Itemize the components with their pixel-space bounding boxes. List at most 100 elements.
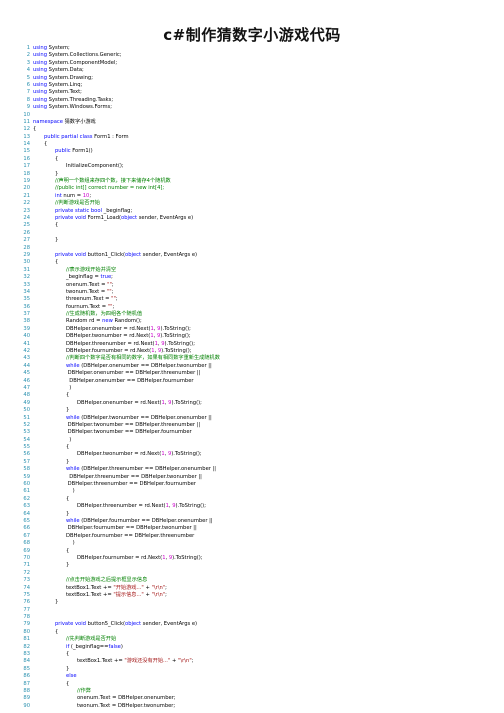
code-line: 77 <box>18 607 494 614</box>
line-number: 37 <box>23 311 30 318</box>
code-token: //public int[] correct number = new int[… <box>55 185 165 192</box>
code-token: Form1() <box>70 148 93 155</box>
code-token: private void <box>55 621 86 628</box>
code-line: 29 private void button1_Click(object send… <box>18 252 494 259</box>
code-text: fournum.Text = ""; <box>33 304 494 311</box>
code-line: 65 while (DBHelper.fournumber == DBHelper… <box>18 518 494 525</box>
line-number: 23 <box>23 207 30 214</box>
code-token: DBHelper.onenumber == DBHelper.threenumb… <box>66 370 201 377</box>
line-number: 35 <box>23 296 30 303</box>
code-token: } <box>66 458 70 465</box>
line-number: 28 <box>23 244 30 251</box>
line-number: 40 <box>23 333 30 340</box>
code-token: while <box>66 466 80 473</box>
code-token: namespace <box>33 118 63 125</box>
line-number: 19 <box>23 178 30 185</box>
code-token: while <box>66 362 80 369</box>
code-text: DBHelper.threenumber == DBHelper.twonumb… <box>33 474 494 481</box>
code-line: 36 fournum.Text = ""; <box>18 304 494 311</box>
line-number: 75 <box>23 591 30 598</box>
code-text: } <box>33 562 494 569</box>
line-number: 79 <box>23 621 30 628</box>
code-token: false <box>108 643 121 650</box>
code-token: object <box>121 214 138 221</box>
code-text: using System.Text; <box>33 89 494 96</box>
code-text: } <box>33 171 494 178</box>
code-text: public Form1() <box>33 148 494 155</box>
code-line: 38 Random rd = new Random(); <box>18 318 494 325</box>
code-line: 18} <box>18 171 494 178</box>
code-token: System.Linq; <box>47 81 83 88</box>
code-token: //判断四个数字是否有相同的数字，如果有相同数字重新生成随机数 <box>66 355 220 362</box>
code-line: 66 DBHelper.fournumber == DBHelper.twonu… <box>18 525 494 532</box>
line-number: 8 <box>26 96 30 103</box>
line-number: 42 <box>23 348 30 355</box>
code-line: 79 private void button5_Click(object send… <box>18 621 494 628</box>
line-number: 1 <box>26 45 30 51</box>
code-text: DBHelper.fournumber == DBHelper.twonumbe… <box>33 525 494 532</box>
code-text: //生成随机数，为四组各个随机值 <box>33 311 494 318</box>
code-text: while (DBHelper.threenumber == DBHelper.… <box>33 466 494 473</box>
code-token: onenum.Text = <box>66 281 108 288</box>
code-line: 47 ) <box>18 385 494 392</box>
code-line: 27} <box>18 237 494 244</box>
code-token: public <box>55 148 71 155</box>
line-number: 58 <box>23 466 30 473</box>
code-token: sender, EventArgs e) <box>141 621 198 628</box>
code-text: { <box>33 141 494 148</box>
code-token: (DBHelper.fournumber == DBHelper.onenumb… <box>79 518 213 524</box>
line-number: 49 <box>23 399 30 406</box>
code-token: System.Threading.Tasks; <box>47 96 114 103</box>
line-number: 46 <box>23 377 30 384</box>
code-text: } <box>33 459 494 466</box>
code-token: //表示游戏开始并清空 <box>66 266 117 273</box>
code-token: sender, EventArgs e) <box>141 251 198 258</box>
code-token: _beginflag; <box>101 207 133 214</box>
code-text: using System.Drawing; <box>33 75 494 82</box>
code-token: } <box>55 237 59 244</box>
code-token: { <box>44 141 48 148</box>
code-line: 40 DBHelper.twonumber = rd.Next(1, 9).ToS… <box>18 333 494 340</box>
code-token: int <box>55 192 62 199</box>
code-token: _beginflag = <box>66 274 101 281</box>
code-token: ).ToString(); <box>175 503 206 510</box>
code-token: DBHelper.threenumber == DBHelper.fournum… <box>66 481 196 488</box>
code-text: textBox1.Text += "游戏还没有开始..." + "\r\n"; <box>33 658 494 665</box>
code-text: //判断四个数字是否有相同的数字，如果有相同数字重新生成随机数 <box>33 355 494 362</box>
line-number: 36 <box>23 303 30 310</box>
code-text: _beginflag = true; <box>33 274 494 281</box>
code-line: 56 DBHelper.twonumber = rd.Next(1, 9).ToS… <box>18 451 494 458</box>
code-line: 54 ) <box>18 437 494 444</box>
code-line: 13 public partial class Form1 : Form <box>18 134 494 141</box>
code-token: { <box>66 680 70 687</box>
line-number: 16 <box>23 155 30 162</box>
code-text: } <box>33 407 494 414</box>
code-text: } <box>33 666 494 673</box>
code-text: ) <box>33 488 494 495</box>
code-text: ) <box>33 385 494 392</box>
code-token: Random(); <box>112 318 142 325</box>
code-token: object <box>125 251 142 258</box>
code-token: System.Collections.Generic; <box>47 52 122 59</box>
line-number: 21 <box>23 192 30 199</box>
line-number: 72 <box>23 569 30 576</box>
code-line: 51 while (DBHelper.twonumber == DBHelper.… <box>18 415 494 422</box>
code-line: 6 using System.Linq; <box>18 82 494 89</box>
code-text: using System.Collections.Generic; <box>33 52 494 59</box>
code-token: sender, EventArgs e) <box>137 214 194 221</box>
code-token: ).ToString(); <box>172 554 203 561</box>
code-line: 28 <box>18 245 494 252</box>
line-number: 22 <box>23 200 30 207</box>
line-number: 54 <box>23 436 30 443</box>
line-number: 56 <box>23 451 30 458</box>
code-line: 69 { <box>18 548 494 555</box>
code-token: (DBHelper.onenumber == DBHelper.twonumbe… <box>79 362 212 369</box>
code-line: 60 DBHelper.threenumber == DBHelper.four… <box>18 481 494 488</box>
code-line: 43 //判断四个数字是否有相同的数字，如果有相同数字重新生成随机数 <box>18 355 494 362</box>
code-token: using <box>33 52 48 59</box>
code-token: using <box>33 104 48 111</box>
line-number: 24 <box>23 214 30 221</box>
code-line: 16 { <box>18 156 494 163</box>
page-title: c#制作猜数字小游戏代码 <box>163 26 341 44</box>
